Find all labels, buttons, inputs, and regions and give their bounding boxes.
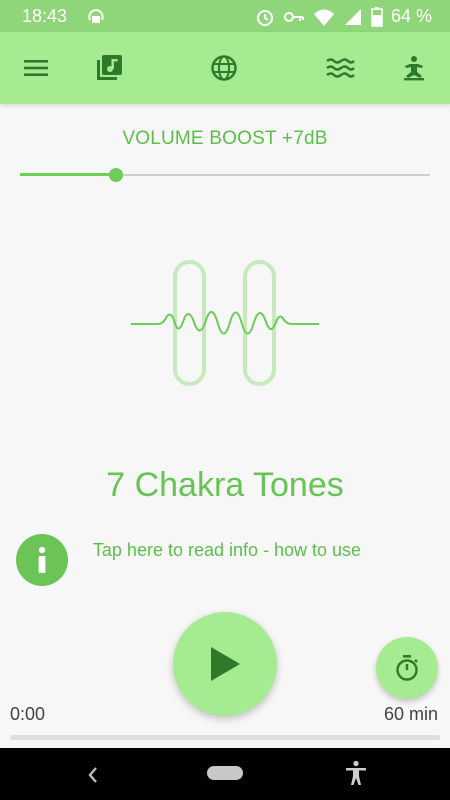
signal-icon <box>344 8 361 25</box>
wifi-icon <box>313 9 334 26</box>
battery-icon <box>371 6 383 27</box>
app-toolbar <box>0 32 450 104</box>
volume-slider-fill <box>20 173 117 176</box>
info-link-text[interactable]: Tap here to read info - how to use <box>82 538 372 562</box>
language-button[interactable] <box>206 50 242 86</box>
status-icons: 64 % <box>255 6 432 27</box>
library-button[interactable] <box>91 50 127 86</box>
info-icon <box>38 546 46 573</box>
meditation-icon <box>404 56 424 81</box>
battery-percent: 64 % <box>390 6 432 26</box>
info-button[interactable] <box>16 534 68 586</box>
system-nav-bar <box>0 748 450 800</box>
timer-button[interactable] <box>376 637 438 699</box>
play-icon <box>211 647 240 681</box>
play-button[interactable] <box>173 612 277 716</box>
back-icon[interactable] <box>86 764 100 786</box>
status-time: 18:43 <box>22 6 68 26</box>
track-title: 7 Chakra Tones <box>106 466 344 504</box>
status-bar: 18:43 64 % <box>0 0 450 32</box>
volume-boost-label: VOLUME BOOST +7dB <box>122 128 328 149</box>
playback-progress-bar[interactable] <box>10 735 440 740</box>
library-music-icon <box>97 55 122 80</box>
sound-wave-logo <box>131 260 319 386</box>
volume-slider-thumb[interactable] <box>109 168 124 182</box>
current-time: 0:00 <box>10 704 46 724</box>
duration: 60 min <box>383 704 438 724</box>
menu-icon <box>24 60 48 76</box>
meditation-button[interactable] <box>396 50 432 86</box>
volume-slider[interactable] <box>20 168 430 182</box>
alarm-icon <box>256 9 273 26</box>
waves-icon <box>326 58 355 78</box>
vpn-key-icon <box>283 11 304 22</box>
home-button[interactable] <box>207 766 243 780</box>
hotspot-icon <box>88 9 104 23</box>
accessibility-icon[interactable] <box>344 760 368 786</box>
globe-icon <box>211 55 237 81</box>
timer-icon <box>396 655 418 681</box>
waves-button[interactable] <box>322 50 358 86</box>
menu-button[interactable] <box>18 50 54 86</box>
